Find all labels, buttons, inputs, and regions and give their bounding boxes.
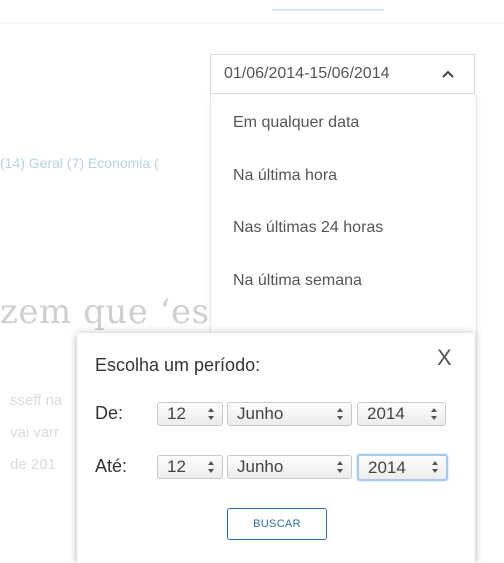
from-label: De: — [95, 403, 124, 423]
date-options-dropdown: Em qualquer data Na última hora Nas últi… — [210, 94, 477, 334]
updown-arrow-icon — [208, 461, 214, 473]
article-snippet-line: vai varr — [10, 424, 60, 441]
article-snippet-line: de 201 — [10, 456, 56, 473]
date-option-last-week[interactable]: Na última semana — [233, 272, 362, 290]
from-month-value: Junho — [237, 404, 284, 423]
header-divider — [0, 23, 504, 24]
modal-title: Escolha um período: — [95, 355, 261, 375]
top-tab-indicator — [272, 9, 384, 11]
updown-arrow-icon — [337, 408, 343, 420]
to-month-select[interactable]: Junho — [227, 455, 352, 479]
updown-arrow-icon — [431, 408, 437, 420]
to-day-select[interactable]: 12 — [157, 455, 223, 479]
from-day-value: 12 — [167, 404, 186, 423]
chevron-up-icon — [442, 70, 454, 78]
category-links: (14) Geral (7) Economia ( — [0, 155, 159, 171]
search-button[interactable]: BUSCAR — [227, 508, 327, 540]
from-day-select[interactable]: 12 — [157, 402, 223, 426]
to-day-value: 12 — [167, 457, 186, 476]
period-modal: Escolha um período: X De: 12 Junho 2014 … — [77, 333, 475, 563]
date-option-any[interactable]: Em qualquer data — [233, 114, 359, 132]
updown-arrow-icon — [208, 408, 214, 420]
updown-arrow-icon — [432, 461, 438, 473]
to-month-value: Junho — [237, 457, 284, 476]
article-snippet-line: sseff na — [10, 392, 63, 409]
from-year-select[interactable]: 2014 — [357, 402, 446, 426]
from-month-select[interactable]: Junho — [227, 402, 352, 426]
to-label: Até: — [95, 456, 128, 476]
from-year-value: 2014 — [367, 404, 405, 423]
to-year-value: 2014 — [368, 457, 406, 477]
date-range-value: 01/06/2014-15/06/2014 — [224, 65, 390, 82]
date-option-last-24-hours[interactable]: Nas últimas 24 horas — [233, 219, 383, 237]
date-range-select[interactable]: 01/06/2014-15/06/2014 — [210, 54, 475, 94]
date-option-last-hour[interactable]: Na última hora — [233, 167, 337, 185]
close-button[interactable]: X — [437, 345, 452, 371]
updown-arrow-icon — [337, 461, 343, 473]
article-headline: zem que ‘esp — [0, 292, 232, 332]
to-year-select[interactable]: 2014 — [357, 454, 448, 481]
